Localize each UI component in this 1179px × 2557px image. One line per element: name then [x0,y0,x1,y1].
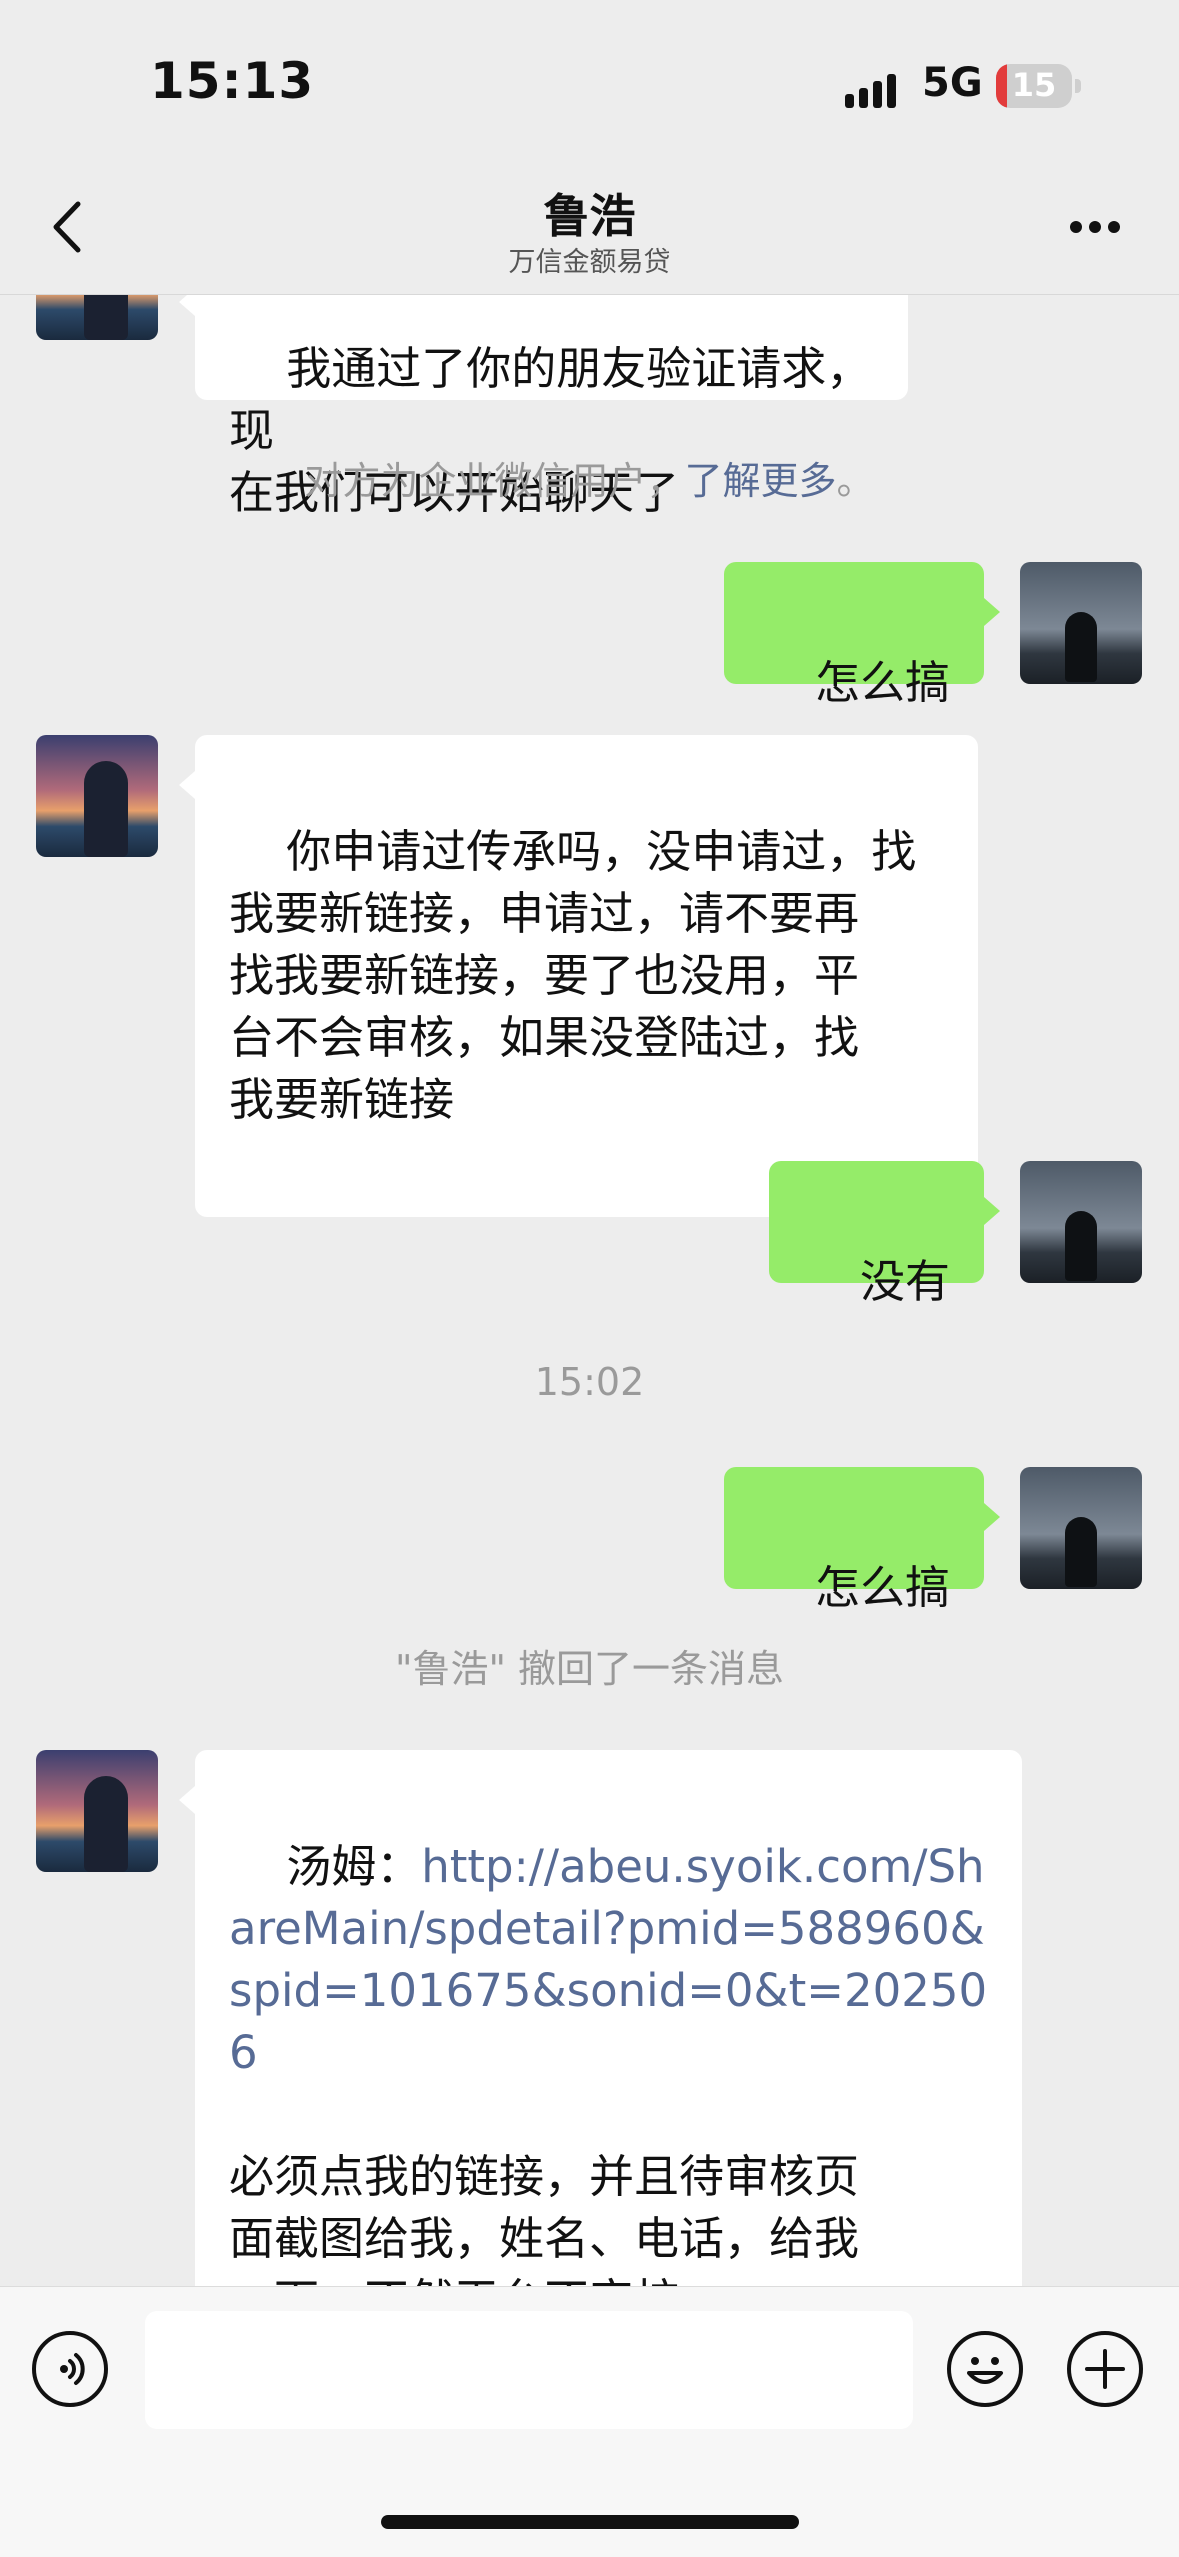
timestamp: 15:02 [534,1360,645,1404]
message-text: 必须点我的链接，并且待审核页 面截图给我，姓名、电话，给我 一下，不然平台不审核 [229,2150,860,2286]
chat-subtitle: 万信金额易贷 [508,247,671,278]
recall-notice: "鲁浩" 撤回了一条消息 [394,1647,785,1691]
message-bubble[interactable]: 你申请过传承吗，没申请过，找 我要新链接，申请过，请不要再 找我要新链接，要了也… [179,735,978,1217]
message-prefix: 汤姆： [286,1840,422,1893]
message-bubble-self[interactable]: 怎么搞 [723,1467,1001,1614]
message-bubble[interactable]: 汤姆：http://abeu.syoik.com/ShareMain/spdet… [179,1750,1022,2286]
status-bar: 15:13 5G 15 [0,0,1179,160]
chat-title: 鲁浩 [543,189,636,243]
message-bubble-self[interactable]: 怎么搞 [723,562,1001,709]
battery-icon: 15 [996,64,1072,108]
chat-header: 鲁浩 万信金额易贷 [0,160,1179,295]
home-indicator[interactable] [381,2515,799,2529]
message-text: 怎么搞 [814,656,950,709]
battery-level: 15 [1011,66,1057,104]
contact-avatar[interactable] [36,1750,158,1872]
input-bar [0,2286,1179,2557]
message-text: 没有 [859,1255,950,1308]
learn-more-link[interactable]: 了解更多 [684,459,836,503]
system-notice: 对方为企业微信用户，了解更多。 [304,459,875,503]
voice-icon[interactable] [32,2331,108,2407]
emoji-icon[interactable] [947,2331,1023,2407]
my-avatar[interactable] [1020,1467,1142,1589]
battery-tip [1075,79,1081,93]
message-text: 怎么搞 [814,1561,950,1614]
message-bubble-self[interactable]: 没有 [768,1161,1001,1308]
signal-icon [845,68,905,108]
network-label: 5G [922,60,983,106]
contact-avatar[interactable] [36,735,158,857]
message-input[interactable] [145,2311,913,2429]
plus-icon[interactable] [1067,2331,1143,2407]
status-time: 15:13 [150,52,315,110]
chat-area[interactable]: 我通过了你的朋友验证请求，现 在我们可以开始聊天了 对方为企业微信用户，了解更多… [0,0,1179,2286]
message-text: 你申请过传承吗，没申请过，找 我要新链接，申请过，请不要再 找我要新链接，要了也… [229,825,917,1126]
my-avatar[interactable] [1020,562,1142,684]
my-avatar[interactable] [1020,1161,1142,1283]
more-dots-icon[interactable] [1060,205,1130,245]
